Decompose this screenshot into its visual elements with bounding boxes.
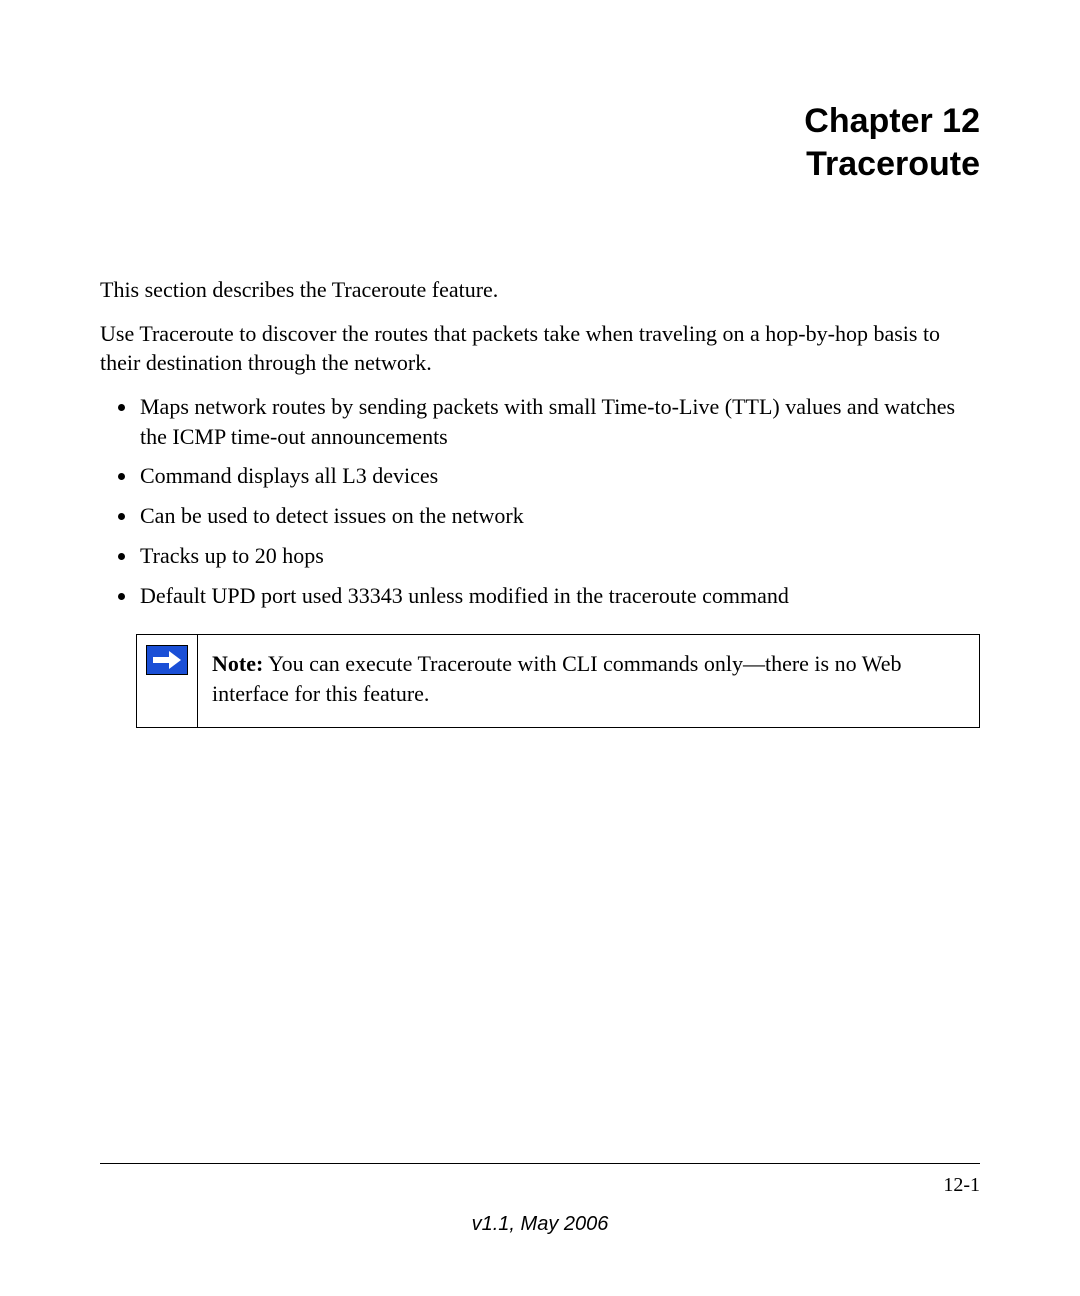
arrow-right-icon <box>146 645 188 675</box>
feature-bullet-list: Maps network routes by sending packets w… <box>100 392 980 610</box>
page-number: 12-1 <box>100 1174 980 1197</box>
note-box: Note: You can execute Traceroute with CL… <box>136 634 980 727</box>
version-label: v1.1, May 2006 <box>100 1213 980 1236</box>
note-icon-cell <box>137 635 198 726</box>
body-text: This section describes the Traceroute fe… <box>100 275 980 728</box>
list-item: Default UPD port used 33343 unless modif… <box>138 581 980 611</box>
footer-rule <box>100 1163 980 1164</box>
list-item: Tracks up to 20 hops <box>138 541 980 571</box>
chapter-heading: Chapter 12 Traceroute <box>100 100 980 185</box>
chapter-number: Chapter 12 <box>100 100 980 143</box>
intro-paragraph-1: This section describes the Traceroute fe… <box>100 275 980 305</box>
note-body: You can execute Traceroute with CLI comm… <box>212 651 901 706</box>
list-item: Can be used to detect issues on the netw… <box>138 501 980 531</box>
list-item: Maps network routes by sending packets w… <box>138 392 980 451</box>
page-footer: 12-1 v1.1, May 2006 <box>100 1163 980 1236</box>
note-text: Note: You can execute Traceroute with CL… <box>198 635 979 726</box>
chapter-title: Traceroute <box>100 143 980 186</box>
list-item: Command displays all L3 devices <box>138 461 980 491</box>
intro-paragraph-2: Use Traceroute to discover the routes th… <box>100 319 980 378</box>
document-page: Chapter 12 Traceroute This section descr… <box>0 0 1080 1296</box>
note-label: Note: <box>212 651 263 676</box>
